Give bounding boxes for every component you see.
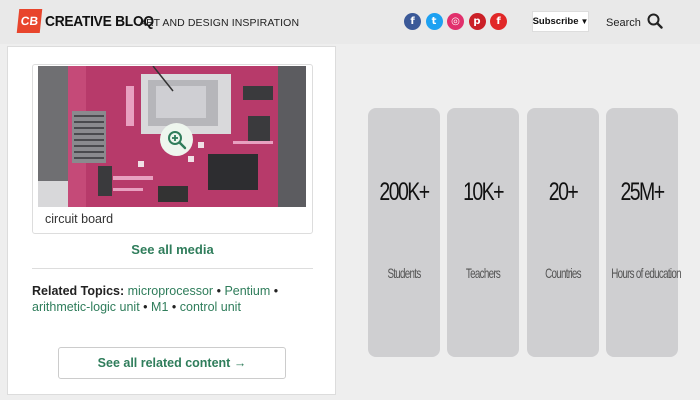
media-card: circuit board See all media Related Topi…: [7, 46, 336, 395]
logo-badge: CB: [16, 9, 43, 33]
stat-label: Students: [387, 265, 421, 281]
facebook-icon[interactable]: f: [404, 13, 421, 30]
pinterest-icon[interactable]: p: [468, 13, 486, 30]
see-all-related-button[interactable]: See all related content →: [58, 347, 286, 379]
stat-label: Hours of education: [611, 265, 681, 281]
separator: •: [143, 300, 148, 314]
stat-value: 200K+: [379, 178, 430, 206]
topic-link[interactable]: M1: [151, 300, 168, 314]
separator: •: [273, 284, 279, 298]
social-links: f t ◎ p f: [404, 13, 507, 30]
stat-tile-teachers: 10K+ Teachers: [447, 108, 519, 357]
topic-link[interactable]: Pentium: [224, 284, 270, 298]
related-topics-label: Related Topics:: [32, 284, 125, 298]
stat-label: Countries: [545, 265, 581, 281]
divider: [32, 268, 313, 269]
site-header: CB CREATIVE BLOQ ART AND DESIGN INSPIRAT…: [0, 0, 700, 44]
stat-value: 10K+: [463, 178, 504, 206]
separator: •: [216, 284, 221, 298]
media-thumbnail[interactable]: circuit board: [32, 64, 313, 234]
stat-label: Teachers: [465, 265, 501, 281]
subscribe-label: Subscribe: [532, 16, 579, 27]
topic-link[interactable]: control unit: [180, 300, 241, 314]
see-all-media-link[interactable]: See all media: [8, 242, 337, 257]
instagram-icon[interactable]: ◎: [447, 13, 464, 30]
zoom-icon[interactable]: [160, 123, 193, 156]
caret-down-icon: ▼: [580, 17, 589, 26]
site-tagline: ART AND DESIGN INSPIRATION: [139, 17, 300, 29]
flipboard-icon[interactable]: f: [490, 13, 507, 30]
related-topics: Related Topics: microprocessor • Pentium…: [32, 283, 317, 315]
search-label: Search: [606, 16, 641, 29]
search-button[interactable]: Search: [606, 13, 663, 32]
stat-value: 20+: [548, 178, 579, 206]
stat-tile-students: 200K+ Students: [368, 108, 440, 357]
twitter-icon[interactable]: t: [425, 13, 443, 30]
media-caption: circuit board: [45, 212, 114, 226]
separator: •: [171, 300, 177, 314]
logo-name: CREATIVE BLOQ: [45, 12, 154, 30]
stat-tile-countries: 20+ Countries: [527, 108, 599, 357]
topic-link[interactable]: microprocessor: [128, 284, 213, 298]
search-icon: [647, 13, 663, 32]
subscribe-button[interactable]: Subscribe ▼: [532, 11, 589, 32]
topic-link[interactable]: arithmetic-logic unit: [32, 300, 140, 314]
stat-tile-hours: 25M+ Hours of education: [606, 108, 682, 357]
stat-value: 25M+: [620, 178, 665, 206]
